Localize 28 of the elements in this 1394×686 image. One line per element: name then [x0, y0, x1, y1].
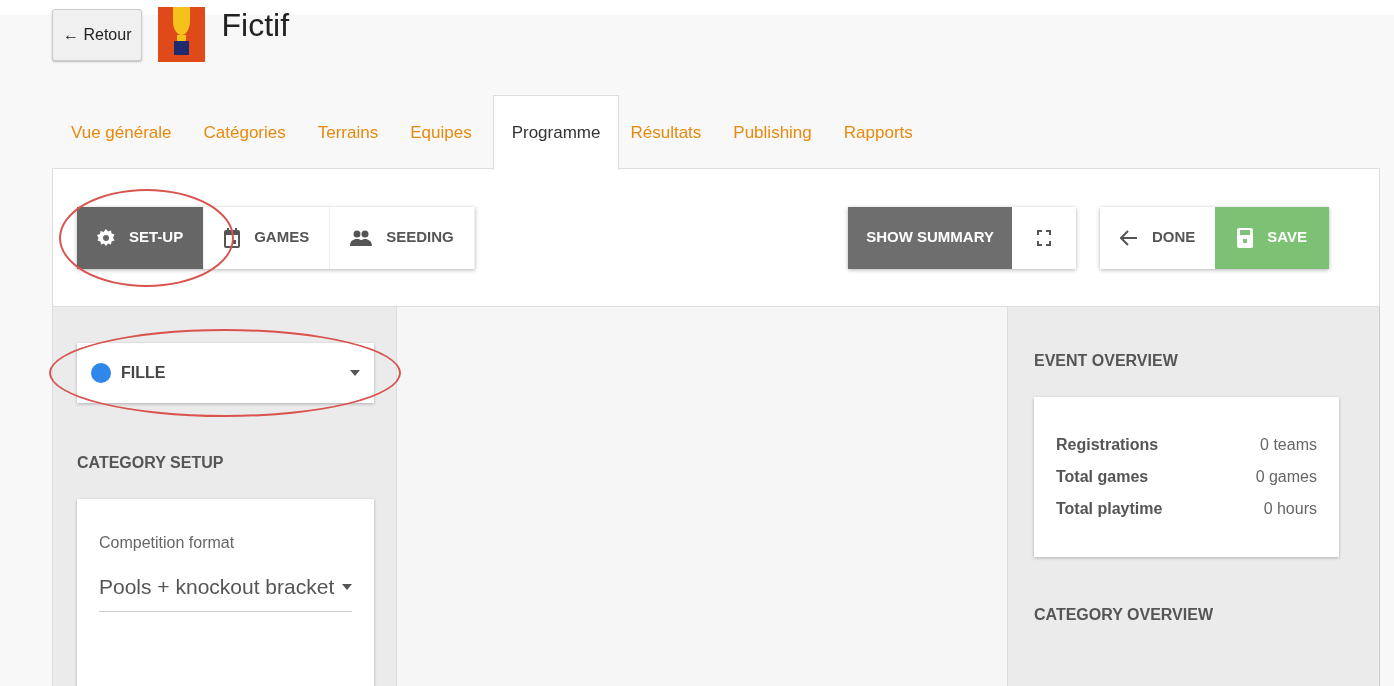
format-dropdown[interactable]: Pools + knockout bracket — [99, 571, 352, 612]
event-title: Fictif — [221, 9, 289, 41]
tab[interactable]: Programme — [492, 95, 620, 170]
stat-label: Registrations — [1056, 435, 1159, 455]
gear-icon — [97, 228, 115, 247]
field-label: Competition format — [99, 533, 236, 553]
back-button[interactable]: ← Retour — [52, 9, 143, 61]
caret-icon — [350, 370, 360, 376]
section-title: EVENT OVERVIEW — [1034, 351, 1179, 371]
mode-tab[interactable]: SET-UP — [77, 206, 205, 269]
stat-label: Total playtime — [1056, 499, 1163, 519]
stat-value: 0 games — [1255, 467, 1317, 487]
section-title: CATEGORY OVERVIEW — [1034, 605, 1214, 625]
section-title: CATEGORY SETUP — [77, 453, 225, 473]
caret-icon — [342, 583, 352, 590]
back-arrow-icon — [1119, 229, 1138, 246]
stat-value: 0 teams — [1260, 435, 1317, 455]
calendar-icon — [224, 227, 241, 248]
show-summary-button[interactable]: SHOW SUMMARY — [848, 206, 1012, 269]
mode-tab[interactable]: GAMES — [204, 206, 331, 269]
mode-tab[interactable]: SEEDING — [330, 206, 475, 269]
done-button[interactable]: DONE — [1099, 206, 1216, 269]
people-icon — [350, 229, 373, 246]
category-dropdown[interactable]: FILLE — [77, 343, 374, 403]
stat-value: 0 hours — [1263, 499, 1317, 519]
stat-label: Total games — [1056, 467, 1149, 487]
fullscreen-button[interactable] — [1011, 206, 1076, 269]
fullscreen-icon — [1036, 230, 1051, 247]
